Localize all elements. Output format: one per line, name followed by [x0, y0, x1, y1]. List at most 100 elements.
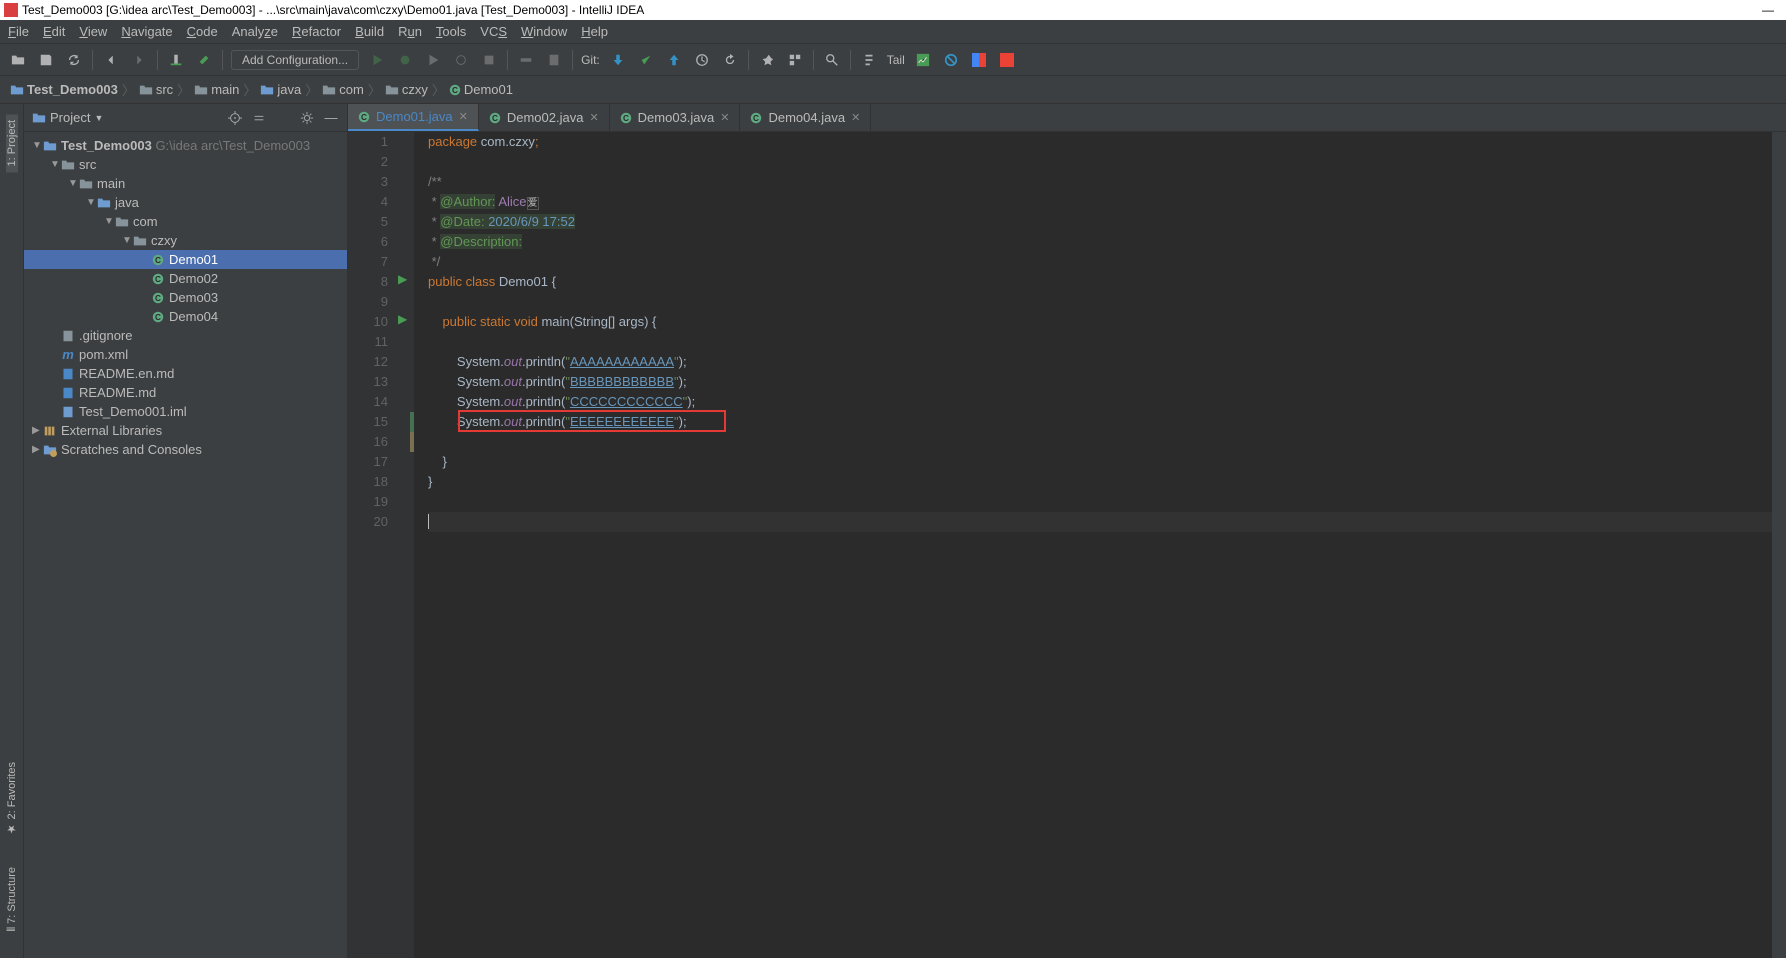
line-gutter[interactable]: 1234567891011121314151617181920: [348, 132, 396, 958]
hide-icon[interactable]: —: [323, 110, 339, 126]
breadcrumb-src[interactable]: src: [139, 82, 173, 97]
back-icon[interactable]: [101, 50, 121, 70]
tab-demo04[interactable]: C Demo04.java ✕: [740, 104, 871, 131]
project-structure-icon[interactable]: [785, 50, 805, 70]
translate-1-icon[interactable]: [969, 50, 989, 70]
debug-icon[interactable]: [395, 50, 415, 70]
tree-com[interactable]: ▼com: [24, 212, 347, 231]
tree-gitignore[interactable]: .gitignore: [24, 326, 347, 345]
tool-project[interactable]: 1: Project: [6, 114, 18, 172]
locate-icon[interactable]: [227, 110, 243, 126]
tab-demo02[interactable]: C Demo02.java ✕: [479, 104, 610, 131]
search-icon[interactable]: [822, 50, 842, 70]
gear-icon[interactable]: [299, 110, 315, 126]
project-view-selector[interactable]: Project ▼: [32, 110, 103, 125]
tree-iml[interactable]: Test_Demo001.iml: [24, 402, 347, 421]
menu-refactor[interactable]: Refactor: [292, 24, 341, 39]
code-content[interactable]: package com.czxy; /** * @Author: Alice爱 …: [414, 132, 1772, 958]
vcs-history-icon[interactable]: [692, 50, 712, 70]
project-tree[interactable]: ▼Test_Demo003 G:\idea arc\Test_Demo003 ▼…: [24, 132, 347, 958]
svg-text:C: C: [361, 113, 367, 122]
stop-icon[interactable]: [479, 50, 499, 70]
menu-build[interactable]: Build: [355, 24, 384, 39]
breadcrumb-com[interactable]: com: [322, 82, 364, 97]
tool-structure[interactable]: ⫴ 7: Structure: [6, 861, 18, 938]
sync-icon[interactable]: [64, 50, 84, 70]
no-entry-icon[interactable]: [941, 50, 961, 70]
vcs-commit-icon[interactable]: [636, 50, 656, 70]
close-icon[interactable]: ✕: [851, 111, 860, 124]
menu-tools[interactable]: Tools: [436, 24, 466, 39]
editor-body[interactable]: 1234567891011121314151617181920 ▶ ▶ pack…: [348, 132, 1786, 958]
tree-src[interactable]: ▼src: [24, 155, 347, 174]
menu-view[interactable]: View: [79, 24, 107, 39]
action-gutter[interactable]: ▶ ▶: [396, 132, 414, 958]
profile-icon[interactable]: [451, 50, 471, 70]
tab-demo03[interactable]: C Demo03.java ✕: [610, 104, 741, 131]
tree-main[interactable]: ▼main: [24, 174, 347, 193]
attach-icon[interactable]: [516, 50, 536, 70]
settings-icon[interactable]: [757, 50, 777, 70]
breadcrumb-czxy[interactable]: czxy: [385, 82, 428, 97]
forward-icon[interactable]: [129, 50, 149, 70]
save-icon[interactable]: [36, 50, 56, 70]
vcs-revert-icon[interactable]: [720, 50, 740, 70]
tree-demo03[interactable]: CDemo03: [24, 288, 347, 307]
chevron-right-icon: 〉: [368, 80, 381, 99]
run-gutter-icon[interactable]: ▶: [398, 272, 407, 286]
breadcrumb-root[interactable]: Test_Demo003: [10, 82, 118, 97]
tree-demo01[interactable]: CDemo01: [24, 250, 347, 269]
menu-vcs[interactable]: VCS: [480, 24, 507, 39]
tool-favorites[interactable]: ★ 2: Favorites: [5, 756, 18, 842]
tree-project-root[interactable]: ▼Test_Demo003 G:\idea arc\Test_Demo003: [24, 136, 347, 155]
menu-run[interactable]: Run: [398, 24, 422, 39]
tree-czxy[interactable]: ▼czxy: [24, 231, 347, 250]
tree-external-libraries[interactable]: ▶External Libraries: [24, 421, 347, 440]
coverage-icon[interactable]: [423, 50, 443, 70]
tree-scratches[interactable]: ▶Scratches and Consoles: [24, 440, 347, 459]
window-title: Test_Demo003 [G:\idea arc\Test_Demo003] …: [22, 3, 644, 17]
breadcrumb-demo01[interactable]: CDemo01: [449, 82, 513, 97]
close-icon[interactable]: ✕: [589, 111, 598, 124]
close-icon[interactable]: ✕: [720, 111, 729, 124]
tree-pom[interactable]: mpom.xml: [24, 345, 347, 364]
run-config-selector[interactable]: Add Configuration...: [231, 50, 359, 70]
tree-java[interactable]: ▼java: [24, 193, 347, 212]
svg-text:C: C: [155, 294, 161, 303]
scrollbar[interactable]: [1772, 132, 1786, 958]
translate-2-icon[interactable]: [997, 50, 1017, 70]
git-label: Git:: [581, 53, 600, 67]
tree-readme[interactable]: README.md: [24, 383, 347, 402]
menu-help[interactable]: Help: [581, 24, 608, 39]
hammer-icon[interactable]: [194, 50, 214, 70]
tree-demo02[interactable]: CDemo02: [24, 269, 347, 288]
menu-navigate[interactable]: Navigate: [121, 24, 172, 39]
expand-icon[interactable]: [251, 110, 267, 126]
tree-demo04[interactable]: CDemo04: [24, 307, 347, 326]
menu-analyze[interactable]: Analyze: [232, 24, 278, 39]
vcs-update-icon[interactable]: [608, 50, 628, 70]
dump-icon[interactable]: [544, 50, 564, 70]
breadcrumb-main[interactable]: main: [194, 82, 239, 97]
menu-edit[interactable]: Edit: [43, 24, 65, 39]
chart-icon[interactable]: [913, 50, 933, 70]
vcs-push-icon[interactable]: [664, 50, 684, 70]
open-icon[interactable]: [8, 50, 28, 70]
svg-text:C: C: [623, 114, 629, 123]
tree-readme-en[interactable]: README.en.md: [24, 364, 347, 383]
close-icon[interactable]: ✕: [459, 110, 468, 123]
menu-window[interactable]: Window: [521, 24, 567, 39]
run-gutter-icon[interactable]: ▶: [398, 312, 407, 326]
paragraph-icon[interactable]: [859, 50, 879, 70]
menu-code[interactable]: Code: [187, 24, 218, 39]
project-sidebar: Project ▼ — ▼Test_Demo003 G:\idea arc\Te…: [24, 104, 348, 958]
breadcrumb-java[interactable]: java: [260, 82, 301, 97]
run-icon[interactable]: [367, 50, 387, 70]
tab-demo01[interactable]: C Demo01.java ✕: [348, 104, 479, 131]
minimize-button[interactable]: —: [1762, 3, 1774, 17]
menu-file[interactable]: File: [8, 24, 29, 39]
chevron-right-icon: 〉: [432, 80, 445, 99]
svg-text:C: C: [492, 114, 498, 123]
build-icon[interactable]: [166, 50, 186, 70]
tail-label[interactable]: Tail: [887, 53, 905, 67]
